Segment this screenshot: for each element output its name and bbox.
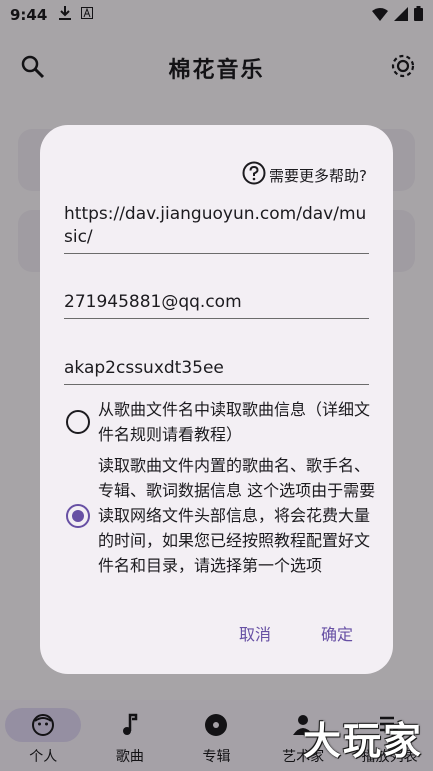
password-field[interactable]: akap2cssuxdt35ee bbox=[64, 357, 369, 385]
radio-internal[interactable] bbox=[66, 503, 90, 528]
help-link[interactable]: 需要更多帮助? bbox=[242, 161, 367, 189]
parse-mode-options: 从歌曲文件名中读取歌曲信息（详细文件名规则请看教程） 读取歌曲文件内置的歌曲名、… bbox=[58, 397, 378, 585]
option-filename-text: 从歌曲文件名中读取歌曲信息（详细文件名规则请看教程） bbox=[98, 400, 371, 444]
webdav-config-dialog: 需要更多帮助? https://dav.jianguoyun.com/dav/m… bbox=[40, 125, 393, 674]
watermark-logo: 大玩家 bbox=[302, 719, 423, 763]
cancel-button[interactable]: 取消 bbox=[223, 615, 287, 651]
help-icon bbox=[242, 161, 266, 189]
option-filename[interactable]: 从歌曲文件名中读取歌曲信息（详细文件名规则请看教程） bbox=[58, 397, 378, 447]
dialog-actions: 取消 确定 bbox=[40, 615, 393, 651]
option-internal-text: 读取歌曲文件内置的歌曲名、歌手名、专辑、歌词数据信息 这个选项由于需要读取网络文… bbox=[98, 456, 376, 575]
server-url-field[interactable]: https://dav.jianguoyun.com/dav/music/ bbox=[64, 203, 369, 254]
radio-filename[interactable] bbox=[66, 410, 90, 434]
confirm-button[interactable]: 确定 bbox=[305, 615, 369, 651]
option-internal[interactable]: 读取歌曲文件内置的歌曲名、歌手名、专辑、歌词数据信息 这个选项由于需要读取网络文… bbox=[58, 453, 378, 578]
help-text: 需要更多帮助? bbox=[269, 166, 367, 185]
username-field[interactable]: 271945881@qq.com bbox=[64, 291, 369, 319]
